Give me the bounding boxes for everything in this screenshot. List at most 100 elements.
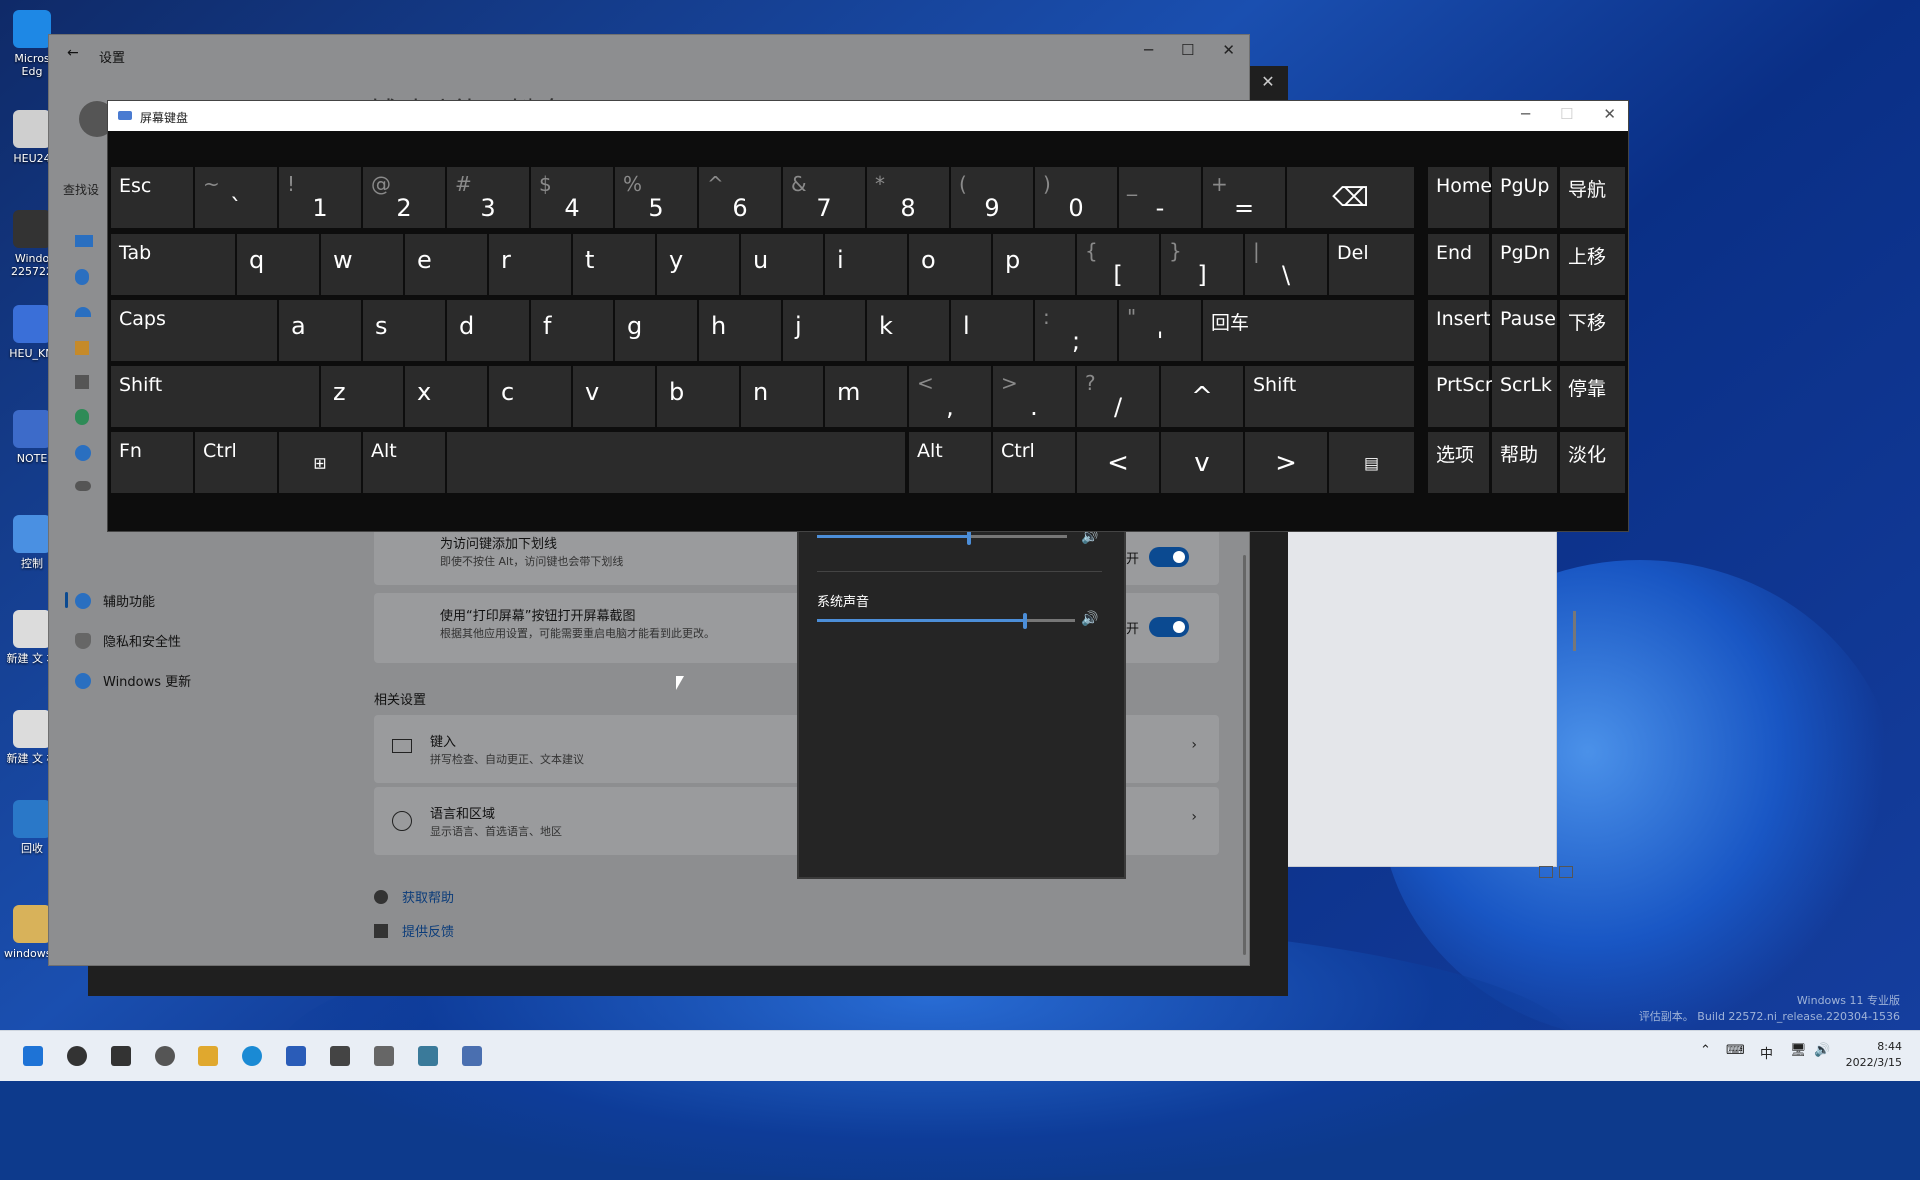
minimize-icon[interactable]: ─ bbox=[1144, 41, 1153, 59]
personalize-icon[interactable] bbox=[75, 341, 89, 355]
key-w[interactable]: w bbox=[321, 234, 403, 295]
sidebar-item-windows-update[interactable]: Windows 更新 bbox=[75, 671, 191, 690]
key-r2k11[interactable]: " ' bbox=[1119, 300, 1201, 361]
network-icon[interactable]: 🖥 bbox=[1790, 1043, 1807, 1058]
maximize-icon[interactable]: ☐ bbox=[1560, 105, 1573, 123]
key-menu[interactable]: ▤ bbox=[1329, 432, 1414, 493]
sidebar-item-accessibility[interactable]: 辅助功能 bbox=[75, 591, 155, 610]
start-icon[interactable] bbox=[18, 1041, 48, 1071]
key-r[interactable]: r bbox=[489, 234, 571, 295]
key-t[interactable]: t bbox=[573, 234, 655, 295]
edge-icon[interactable] bbox=[237, 1041, 267, 1071]
key-j[interactable]: j bbox=[783, 300, 865, 361]
key-v[interactable]: v bbox=[1161, 432, 1243, 493]
key-r1k12[interactable]: }] bbox=[1161, 234, 1243, 295]
key-pgdn[interactable]: PgDn bbox=[1492, 234, 1557, 295]
key-shift[interactable]: Shift bbox=[1245, 366, 1414, 427]
key-shift[interactable]: Shift bbox=[111, 366, 319, 427]
key-caps[interactable]: Caps bbox=[111, 300, 277, 361]
system-icon[interactable] bbox=[75, 235, 93, 247]
key-v[interactable]: v bbox=[573, 366, 655, 427]
search-icon[interactable] bbox=[62, 1041, 92, 1071]
key-l[interactable]: l bbox=[951, 300, 1033, 361]
key-r0k1[interactable]: ~ ` bbox=[195, 167, 277, 228]
key-a[interactable]: a bbox=[279, 300, 361, 361]
key-r2k12[interactable]: 回车 bbox=[1203, 300, 1414, 361]
apps-icon[interactable] bbox=[75, 375, 89, 389]
key-ctrl[interactable]: Ctrl bbox=[993, 432, 1075, 493]
key-fn[interactable]: Fn bbox=[111, 432, 193, 493]
close-icon[interactable]: ✕ bbox=[1222, 41, 1235, 59]
key-r0k13[interactable]: + = bbox=[1203, 167, 1285, 228]
key-9[interactable]: (9 bbox=[951, 167, 1033, 228]
back-icon[interactable]: ← bbox=[67, 45, 79, 61]
key-7[interactable]: & 7 bbox=[783, 167, 865, 228]
key-r1k17[interactable]: 上移 bbox=[1560, 234, 1625, 295]
key-r3k9[interactable]: >. bbox=[993, 366, 1075, 427]
maximize-icon[interactable]: ☐ bbox=[1181, 41, 1194, 59]
key-r1k11[interactable]: {[ bbox=[1077, 234, 1159, 295]
key-0[interactable]: ) 0 bbox=[1035, 167, 1117, 228]
edge-dev-icon[interactable] bbox=[150, 1041, 180, 1071]
key-e[interactable]: e bbox=[405, 234, 487, 295]
key-r3k10[interactable]: ? / bbox=[1077, 366, 1159, 427]
scrollbar[interactable] bbox=[1243, 555, 1246, 955]
print-screen-toggle[interactable] bbox=[1149, 617, 1189, 637]
close-icon[interactable]: ✕ bbox=[1248, 66, 1288, 96]
close-icon[interactable]: ✕ bbox=[1603, 105, 1616, 123]
scrollbar[interactable] bbox=[1573, 611, 1576, 651]
key-8[interactable]: * 8 bbox=[867, 167, 949, 228]
key-6[interactable]: ^ 6 bbox=[699, 167, 781, 228]
network-icon[interactable] bbox=[75, 307, 91, 317]
key-r3k8[interactable]: <, bbox=[909, 366, 991, 427]
key-o[interactable]: o bbox=[909, 234, 991, 295]
key-k[interactable]: k bbox=[867, 300, 949, 361]
key-n[interactable]: n bbox=[741, 366, 823, 427]
key-p[interactable]: p bbox=[993, 234, 1075, 295]
view-toggle[interactable] bbox=[1539, 866, 1573, 878]
key-f[interactable]: f bbox=[531, 300, 613, 361]
chevron-up-icon[interactable]: ⌃ bbox=[1700, 1043, 1711, 1058]
key-g[interactable]: g bbox=[615, 300, 697, 361]
key-r4k12[interactable]: 帮助 bbox=[1492, 432, 1557, 493]
keyboard-icon[interactable] bbox=[457, 1041, 487, 1071]
key-c[interactable]: c bbox=[489, 366, 571, 427]
key-r4k9[interactable]: > bbox=[1245, 432, 1327, 493]
time-icon[interactable] bbox=[75, 445, 91, 461]
key-tab[interactable]: Tab bbox=[111, 234, 235, 295]
explorer-icon[interactable] bbox=[193, 1041, 223, 1071]
key-r1k13[interactable]: | \ bbox=[1245, 234, 1327, 295]
list-view-icon[interactable] bbox=[1539, 866, 1553, 878]
key-z[interactable]: z bbox=[321, 366, 403, 427]
keyboard-icon[interactable]: ⌨ bbox=[1726, 1043, 1745, 1058]
gaming-icon[interactable] bbox=[75, 481, 91, 491]
key-u[interactable]: u bbox=[741, 234, 823, 295]
key-del[interactable]: Del bbox=[1329, 234, 1414, 295]
system-sound-slider-knob[interactable] bbox=[1023, 613, 1028, 629]
key-x[interactable]: x bbox=[405, 366, 487, 427]
key-4[interactable]: $4 bbox=[531, 167, 613, 228]
key-r2k15[interactable]: 下移 bbox=[1560, 300, 1625, 361]
taskview-icon[interactable] bbox=[106, 1041, 136, 1071]
key-insert[interactable]: Insert bbox=[1428, 300, 1491, 361]
key-h[interactable]: h bbox=[699, 300, 781, 361]
key-s[interactable]: s bbox=[363, 300, 445, 361]
key-r3k15[interactable]: 停靠 bbox=[1560, 366, 1625, 427]
ime-indicator[interactable]: 中 bbox=[1760, 1043, 1773, 1062]
volume-icon[interactable]: 🔊 bbox=[1814, 1043, 1830, 1058]
key-b[interactable]: b bbox=[657, 366, 739, 427]
key-esc[interactable]: Esc bbox=[111, 167, 193, 228]
access-key-toggle[interactable] bbox=[1149, 547, 1189, 567]
store-icon[interactable] bbox=[281, 1041, 311, 1071]
key-3[interactable]: #3 bbox=[447, 167, 529, 228]
key-end[interactable]: End bbox=[1428, 234, 1489, 295]
key-space[interactable] bbox=[447, 432, 905, 493]
camera-icon[interactable] bbox=[325, 1041, 355, 1071]
key-d[interactable]: d bbox=[447, 300, 529, 361]
speaker-icon[interactable]: 🔊 bbox=[1081, 611, 1098, 627]
key-q[interactable]: q bbox=[237, 234, 319, 295]
key-r0k12[interactable]: _ - bbox=[1119, 167, 1201, 228]
osk-title-bar[interactable]: 屏幕键盘 ─ ☐ ✕ bbox=[108, 101, 1628, 131]
key-r2k10[interactable]: :; bbox=[1035, 300, 1117, 361]
search-input[interactable]: 查找设 bbox=[63, 181, 103, 198]
